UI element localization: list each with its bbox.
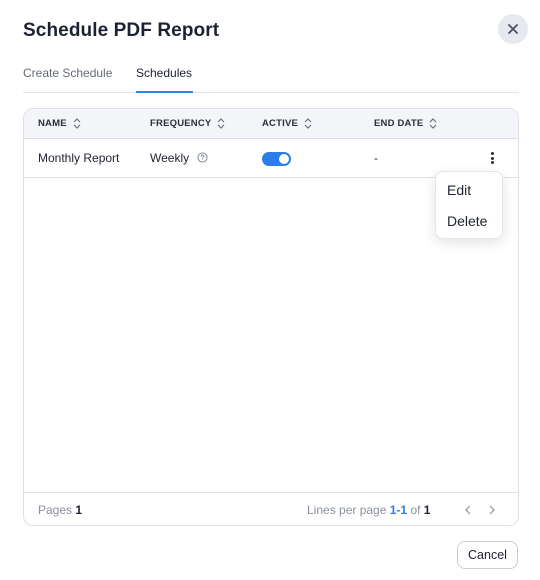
column-header-active[interactable]: ACTIVE: [262, 118, 312, 129]
row-more-button[interactable]: [488, 151, 496, 165]
active-tab-indicator: [136, 91, 193, 93]
column-header-frequency[interactable]: FREQUENCY: [150, 118, 225, 129]
lines-label: Lines per page: [307, 503, 387, 517]
kebab-menu-icon: [490, 152, 494, 155]
sort-icon: [304, 118, 312, 129]
lines-range[interactable]: 1-1: [390, 503, 407, 517]
tab-create-schedule[interactable]: Create Schedule: [23, 66, 112, 80]
sort-icon: [218, 118, 225, 129]
close-icon: [508, 24, 518, 34]
table-footer: Pages 1 Lines per page 1-1 of 1: [24, 492, 518, 525]
pages-value: 1: [75, 503, 83, 517]
pages-indicator: Pages 1: [38, 503, 82, 517]
tab-schedules[interactable]: Schedules: [136, 66, 192, 80]
column-label: ACTIVE: [262, 118, 299, 129]
sort-icon: [430, 118, 437, 129]
column-label: END DATE: [374, 118, 424, 129]
column-label: FREQUENCY: [150, 118, 212, 129]
tab-bar: Create Schedule Schedules: [23, 64, 519, 93]
column-label: NAME: [38, 118, 67, 129]
kebab-dot: [490, 156, 494, 160]
of-label: of: [410, 503, 421, 517]
menu-item-delete[interactable]: Delete: [447, 213, 487, 229]
lines-per-page: Lines per page 1-1 of 1: [307, 503, 430, 517]
toggle-knob: [279, 154, 289, 164]
schedule-report-dialog: Schedule PDF Report Create Schedule Sche…: [0, 0, 540, 580]
menu-item-edit[interactable]: Edit: [447, 182, 471, 198]
chevron-left-icon[interactable]: [462, 504, 474, 516]
column-header-name[interactable]: NAME: [38, 118, 81, 129]
chevron-right-icon[interactable]: [486, 504, 498, 516]
pages-label: Pages: [38, 503, 73, 517]
column-header-end-date[interactable]: END DATE: [374, 118, 437, 129]
cell-end-date: -: [374, 151, 378, 165]
sort-icon: [73, 118, 81, 129]
dialog-title: Schedule PDF Report: [23, 20, 220, 41]
table-header: NAME FREQUENCY ACTIVE END DATE: [24, 109, 518, 139]
kebab-dot: [490, 161, 494, 164]
active-toggle[interactable]: [262, 152, 291, 166]
cell-name: Monthly Report: [38, 151, 120, 165]
close-button[interactable]: [498, 14, 528, 44]
row-actions-menu: Edit Delete: [435, 171, 503, 239]
cell-frequency: Weekly: [150, 151, 190, 165]
cancel-button[interactable]: Cancel: [457, 541, 518, 569]
lines-total: 1: [423, 503, 431, 517]
help-icon[interactable]: [197, 152, 208, 163]
